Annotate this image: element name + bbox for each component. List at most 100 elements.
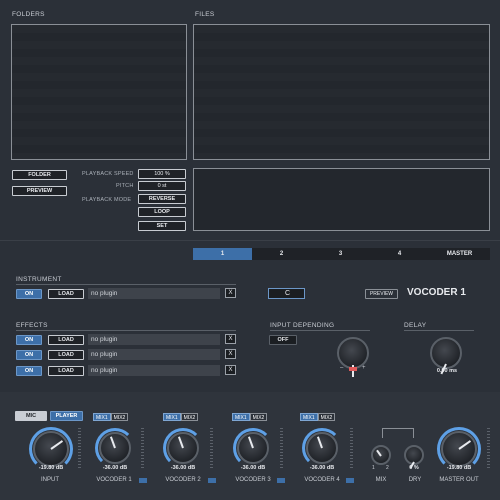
vocoder-1-mix-toggle[interactable]: MIX1 MIX2 (93, 413, 129, 421)
vocoder-3-knob-pointer (247, 436, 254, 449)
reverse-button[interactable]: REVERSE (138, 194, 186, 204)
vocoder-4-select[interactable] (346, 478, 354, 483)
vocoder-2-mix1[interactable]: MIX1 (163, 413, 181, 421)
input-knob-pointer (50, 440, 64, 450)
vocoder-2-value: -36.00 dB (170, 465, 196, 471)
input-depending-divider (270, 330, 370, 331)
master-knob-pointer (458, 440, 472, 450)
effect-1-remove-button[interactable]: X (225, 334, 236, 344)
vocoder-2-mix2[interactable]: MIX2 (180, 413, 199, 421)
vocoder-2-knob[interactable] (167, 432, 199, 464)
effect-3-plugin-field[interactable]: no plugin (88, 365, 220, 376)
vocoder-3-knob[interactable] (237, 432, 269, 464)
mix-right-label: 2 (386, 465, 389, 471)
input-depending-off-button[interactable]: OFF (269, 335, 297, 345)
delay-label: DELAY (404, 322, 427, 329)
vocoder-4-knob-pointer (316, 436, 323, 449)
instrument-preview-button[interactable]: PREVIEW (365, 289, 398, 299)
vocoder-1-mix2[interactable]: MIX2 (110, 413, 129, 421)
vocoder-4-knob[interactable] (306, 432, 338, 464)
folder-button[interactable]: FOLDER (12, 170, 67, 180)
vocoder-1-meter (141, 428, 144, 468)
master-meter (487, 428, 490, 468)
vocoder-3-mix-toggle[interactable]: MIX1 MIX2 (232, 413, 268, 421)
dry-label: DRY (408, 477, 422, 483)
effect-3-on-button[interactable]: ON (16, 366, 42, 376)
key-select[interactable]: C (268, 288, 305, 299)
vocoder-1-mix1[interactable]: MIX1 (93, 413, 111, 421)
set-button[interactable]: SET (138, 221, 186, 231)
waveform-display (193, 168, 490, 231)
effects-label: EFFECTS (16, 322, 48, 329)
master-out-knob[interactable] (441, 431, 477, 467)
vocoder-2-mix-toggle[interactable]: MIX1 MIX2 (163, 413, 199, 421)
effect-2-plugin-field[interactable]: no plugin (88, 349, 220, 360)
files-label: FILES (195, 11, 215, 18)
instrument-on-button[interactable]: ON (16, 289, 42, 299)
tab-3[interactable]: 3 (311, 248, 370, 260)
mix-label: MIX (375, 477, 387, 483)
effect-3-load-button[interactable]: LOAD (48, 366, 84, 376)
vocoder-2-label: VOCODER 2 (165, 477, 201, 483)
vocoder-3-select[interactable] (277, 478, 285, 483)
dry-knob[interactable] (404, 445, 424, 469)
playback-speed-value[interactable]: 100 % (138, 169, 186, 179)
tab-1[interactable]: 1 (193, 248, 252, 260)
section-divider (0, 240, 500, 241)
mix-knob-pointer (376, 449, 382, 457)
instrument-load-button[interactable]: LOAD (48, 289, 84, 299)
effect-1-plugin-field[interactable]: no plugin (88, 334, 220, 345)
effect-1-on-button[interactable]: ON (16, 335, 42, 345)
tab-2[interactable]: 2 (252, 248, 311, 260)
files-list[interactable] (193, 24, 490, 160)
input-value: -19.80 dB (38, 465, 64, 471)
master-out-value: -19.80 dB (446, 465, 472, 471)
vocoder-4-meter (350, 428, 353, 468)
mic-button[interactable]: MIC (15, 411, 47, 421)
effect-3-remove-button[interactable]: X (225, 365, 236, 375)
player-button[interactable]: PLAYER (50, 411, 83, 421)
vocoder-3-mix2[interactable]: MIX2 (249, 413, 268, 421)
effect-2-load-button[interactable]: LOAD (48, 350, 84, 360)
vocoder-4-mix1[interactable]: MIX1 (300, 413, 318, 421)
master-out-label: MASTER OUT (439, 477, 479, 483)
playback-mode-label: PLAYBACK MODE (82, 197, 132, 203)
vocoder-2-knob-pointer (177, 436, 184, 449)
input-label: INPUT (41, 477, 59, 483)
vocoder-3-mix1[interactable]: MIX1 (232, 413, 250, 421)
loop-button[interactable]: LOOP (138, 207, 186, 217)
vocoder-4-mix-toggle[interactable]: MIX1 MIX2 (300, 413, 336, 421)
effect-1-load-button[interactable]: LOAD (48, 335, 84, 345)
vocoder-1-knob-pointer (109, 436, 116, 449)
pitch-label: PITCH (116, 183, 134, 189)
vocoder-1-knob[interactable] (99, 432, 131, 464)
input-depending-minus: – (340, 365, 344, 371)
mix-knob[interactable] (371, 445, 391, 465)
vocoder-4-mix2[interactable]: MIX2 (317, 413, 336, 421)
tab-4[interactable]: 4 (370, 248, 429, 260)
vocoder-3-meter (280, 428, 283, 468)
preview-button[interactable]: PREVIEW (12, 186, 67, 196)
delay-divider (404, 330, 474, 331)
vocoder-4-value: -36.00 dB (309, 465, 335, 471)
input-knob[interactable] (33, 431, 69, 467)
instrument-plugin-field[interactable]: no plugin (88, 288, 220, 299)
input-depending-label: INPUT DEPENDING (270, 322, 335, 329)
tab-master[interactable]: MASTER (429, 248, 490, 260)
effect-2-remove-button[interactable]: X (225, 349, 236, 359)
vocoder-2-meter (210, 428, 213, 468)
folders-list[interactable] (11, 24, 187, 160)
vocoder-1-label: VOCODER 1 (96, 477, 132, 483)
input-meter (78, 428, 81, 468)
folders-label: FOLDERS (12, 11, 45, 18)
vocoder-4-label: VOCODER 4 (304, 477, 340, 483)
instrument-remove-button[interactable]: X (225, 288, 236, 298)
vocoder-2-select[interactable] (208, 478, 216, 483)
vocoder-1-select[interactable] (139, 478, 147, 483)
vocoder-3-value: -36.00 dB (240, 465, 266, 471)
delay-value: 0.00 ms (436, 368, 458, 374)
pitch-value[interactable]: 0 st (138, 181, 186, 191)
effect-2-on-button[interactable]: ON (16, 350, 42, 360)
delay-knob[interactable] (430, 337, 462, 375)
input-depending-plus: + (362, 365, 366, 371)
